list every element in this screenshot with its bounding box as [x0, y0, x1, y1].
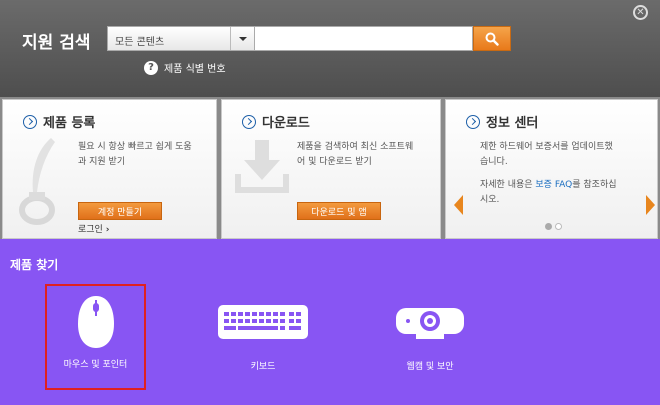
downloads-and-apps-button[interactable]: 다운로드 및 앱 [297, 202, 381, 220]
desc-line: 제품을 검색하여 최신 소프트웨 [297, 142, 414, 152]
create-account-button[interactable]: 계정 만들기 [78, 202, 162, 220]
desc-text: 를 참조하십 [572, 180, 617, 190]
desc-line: 자세한 내용은 보증 FAQ를 참조하십 [480, 178, 617, 193]
warranty-faq-link[interactable]: 보증 FAQ [535, 180, 572, 190]
desc-line: 어 및 다운로드 받기 [297, 157, 372, 167]
chevron-down-icon[interactable] [230, 27, 254, 50]
chevron-circle-icon [23, 114, 37, 129]
desc-line: 과 지원 받기 [78, 157, 126, 167]
products-section-title: 제품 찾기 [10, 258, 59, 272]
desc-line: 시오. [480, 195, 500, 205]
card-register-title[interactable]: 제품 등록 [23, 112, 95, 131]
login-label: 로그인 [78, 225, 103, 235]
desc-text: 자세한 내용은 [480, 180, 536, 190]
serial-number-link[interactable]: ? 제품 식별 번호 [144, 60, 226, 75]
chevron-circle-icon [242, 114, 256, 129]
keyboard-icon [218, 305, 308, 339]
card-product-registration: 제품 등록 필요 시 항상 빠르고 쉽게 도움 과 지원 받기 계정 만들기 로… [2, 99, 217, 239]
product-keyboard-label: 키보드 [250, 362, 276, 372]
login-link[interactable]: 로그인 › [78, 222, 109, 235]
find-products-section: 제품 찾기 마우스 및 포인터 키보드 웹캠 및 보안 [0, 239, 660, 405]
chevron-circle-icon [466, 114, 480, 129]
product-mouse-label: 마우스 및 포인터 [63, 360, 128, 370]
product-mouse[interactable]: 마우스 및 포인터 [45, 284, 146, 390]
card-download-heading: 다운로드 [262, 116, 310, 131]
card-info-title[interactable]: 정보 센터 [466, 112, 538, 131]
carousel-prev-arrow-icon[interactable] [454, 195, 463, 215]
carousel-dot-active[interactable] [545, 223, 552, 230]
card-downloads: 다운로드 제품을 검색하여 최신 소프트웨 어 및 다운로드 받기 다운로드 및… [221, 99, 441, 239]
search-input[interactable] [255, 26, 473, 51]
filter-selected-value: 모든 콘텐츠 [115, 37, 165, 48]
desc-line: 제한 하드웨어 보증서를 업데이트했 [480, 142, 613, 152]
search-icon [485, 32, 499, 46]
search-header: 지원 검색 모든 콘텐츠 ? 제품 식별 번호 ✕ [0, 0, 660, 97]
product-webcam-label: 웹캠 및 보안 [406, 362, 454, 372]
card-info-heading: 정보 센터 [486, 116, 539, 131]
close-icon[interactable]: ✕ [633, 5, 648, 20]
download-icon [235, 140, 289, 193]
serial-link-label: 제품 식별 번호 [164, 64, 226, 75]
card-info-center: 정보 센터 제한 하드웨어 보증서를 업데이트했 습니다. 자세한 내용은 보증… [445, 99, 658, 239]
card-register-heading: 제품 등록 [43, 116, 96, 131]
mouse-icon [78, 296, 114, 348]
desc-line: 습니다. [480, 157, 508, 167]
carousel-dot[interactable] [555, 223, 562, 230]
product-keyboard[interactable]: 키보드 [213, 284, 313, 390]
page-title: 지원 검색 [22, 33, 91, 53]
product-webcam[interactable]: 웹캠 및 보안 [380, 284, 480, 390]
card-download-desc: 제품을 검색하여 최신 소프트웨 어 및 다운로드 받기 [297, 140, 413, 170]
desc-line: 필요 시 항상 빠르고 쉽게 도움 [78, 142, 192, 152]
card-info-desc: 제한 하드웨어 보증서를 업데이트했 습니다. 자세한 내용은 보증 FAQ를 … [480, 140, 617, 208]
content-filter-dropdown[interactable]: 모든 콘텐츠 [107, 26, 255, 51]
help-icon: ? [144, 60, 158, 75]
search-button[interactable] [473, 26, 511, 51]
chevron-right-icon: › [105, 225, 110, 235]
webcam-icon [396, 308, 464, 339]
card-download-title[interactable]: 다운로드 [242, 112, 310, 131]
info-cards: 제품 등록 필요 시 항상 빠르고 쉽게 도움 과 지원 받기 계정 만들기 로… [0, 97, 660, 239]
carousel-next-arrow-icon[interactable] [646, 195, 655, 215]
card-register-desc: 필요 시 항상 빠르고 쉽게 도움 과 지원 받기 [78, 140, 192, 170]
quill-ink-icon [19, 138, 55, 225]
